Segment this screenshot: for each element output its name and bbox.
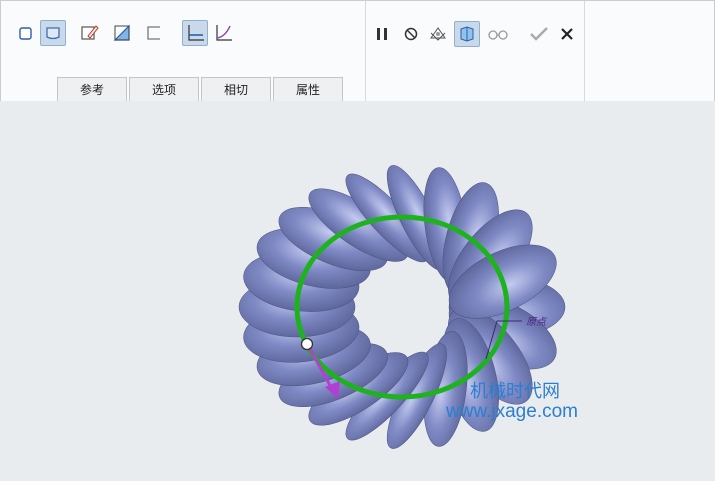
sketch-edit-icon: [81, 25, 99, 40]
solid-icon: [19, 27, 32, 40]
graph-law-icon: [216, 25, 232, 41]
watermark-line-1: 机械时代网: [470, 381, 560, 401]
ok-button[interactable]: [526, 21, 552, 47]
no-preview-icon: [404, 27, 418, 41]
open-profile-icon: [147, 26, 160, 40]
cancel-x-icon: [561, 28, 573, 40]
ok-check-icon: [530, 27, 548, 41]
solid-button[interactable]: [13, 20, 39, 46]
dashboard-tabs: 参考 选项 相切 属性: [57, 77, 345, 101]
open-profile-button[interactable]: [141, 20, 167, 46]
attached-preview-button[interactable]: [425, 21, 451, 47]
surface-button[interactable]: [40, 20, 66, 46]
cancel-button[interactable]: [554, 21, 580, 47]
no-preview-button[interactable]: [398, 21, 424, 47]
origin-label: 原点: [526, 316, 547, 328]
thicken-button[interactable]: [109, 20, 135, 46]
dashboard-toolbar: 参考 选项 相切 属性: [0, 0, 715, 102]
tab-options[interactable]: 选项: [129, 77, 199, 101]
pause-button[interactable]: [369, 21, 395, 47]
detached-preview-icon: [460, 26, 474, 42]
linear-law-button[interactable]: [182, 20, 208, 46]
linear-law-icon: [188, 25, 204, 41]
verify-preview-icon: [488, 30, 508, 40]
start-point-handle[interactable]: [300, 337, 314, 351]
surface-icon: [46, 27, 60, 40]
watermark-line-2: www.jxage.com: [446, 401, 578, 422]
tab-properties[interactable]: 属性: [273, 77, 343, 101]
verify-preview-button[interactable]: [485, 21, 511, 47]
tab-tangency[interactable]: 相切: [201, 77, 271, 101]
pause-icon: [377, 28, 387, 40]
model-preview: 原点: [238, 165, 566, 449]
attached-preview-icon: [430, 27, 446, 41]
detached-preview-button[interactable]: [454, 21, 480, 47]
graph-law-button[interactable]: [210, 20, 236, 46]
tab-references[interactable]: 参考: [57, 77, 127, 101]
thicken-icon: [113, 24, 130, 41]
toolbar-separator: [584, 1, 585, 101]
toolbar-separator: [365, 1, 366, 101]
graphics-viewport[interactable]: 原点 机械时代网 www.jxage.com: [0, 101, 715, 476]
sketch-edit-button[interactable]: [76, 20, 102, 46]
